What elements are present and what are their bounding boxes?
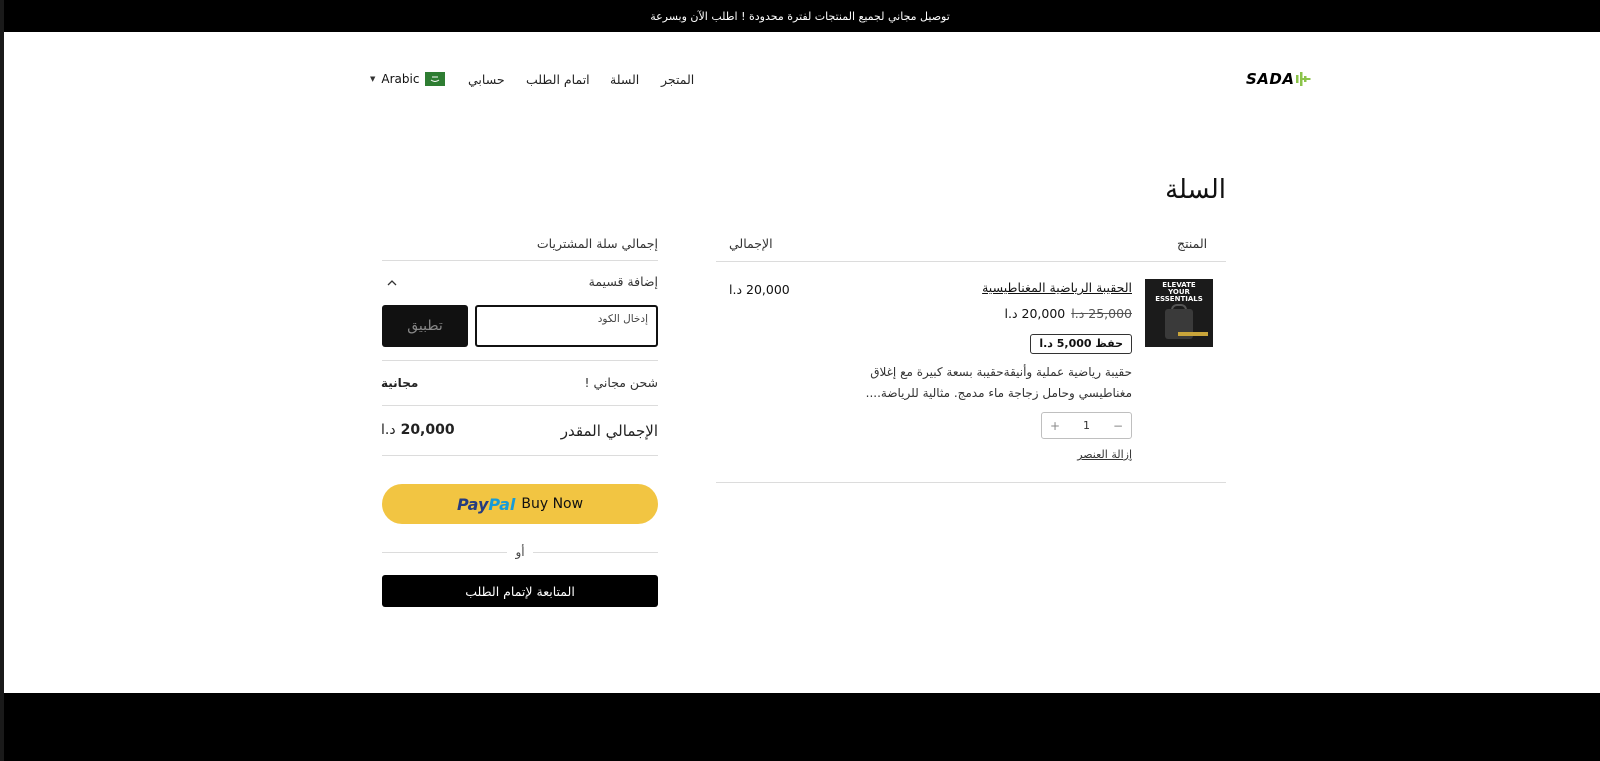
product-name-link[interactable]: الحقيبة الرياضية المغناطيسية [982,280,1132,295]
flag-icon [425,72,446,86]
apply-label: تطبيق [407,318,443,334]
shipping-value: مجانية [381,376,419,390]
announcement-text: توصيل مجاني لجميع المنتجات لفترة محدودة … [650,9,950,23]
plus-icon[interactable]: + [1050,419,1060,433]
paypal-buy-label: Buy Now [521,496,584,512]
shipping-label: شحن مجاني ! [584,375,659,390]
product-price-row: 25,000 د.ا 20,000 د.ا [1005,306,1133,321]
language-selector[interactable]: ▼ Arabic [370,68,446,90]
separator-line [382,551,508,553]
nav-cart[interactable]: السلة [610,68,639,90]
estimated-total-value: 20,000 د.ا [381,422,455,438]
or-separator: أو [382,545,659,559]
site-header: SADA المتجر السلة اتمام الطلب حسابي ▼ Ar… [0,32,1600,124]
proceed-to-checkout-button[interactable]: المتابعة لإتمام الطلب [382,575,658,607]
or-label: أو [515,545,525,559]
remove-item-link[interactable]: إزالة العنصر [1077,448,1132,461]
site-logo[interactable]: SADA [1246,68,1311,90]
estimated-currency: د.ا [381,422,396,438]
separator-line [532,551,659,553]
column-header-total: الإجمالي [729,236,773,251]
nav-cart-label: السلة [610,71,640,87]
summary-title: إجمالي سلة المشتريات [536,236,658,251]
old-price: 25,000 د.ا [1071,306,1132,321]
divider [716,261,1226,262]
column-header-product: المنتج [1177,236,1208,251]
checkout-button-label: المتابعة لإتمام الطلب [465,583,575,599]
chevron-down-icon: ▼ [370,75,376,83]
coupon-code-input[interactable]: إدخال الكود [475,305,658,347]
paypal-buy-now-button[interactable]: Pay Pal Buy Now [382,484,658,524]
estimated-amount: 20,000 [400,422,455,438]
quantity-stepper[interactable]: + 1 − [1041,412,1132,439]
savings-badge: حفظ 5,000 د.ا [1030,334,1132,354]
logo-pulse-icon [1296,72,1311,86]
nav-store-label: المتجر [661,71,695,87]
announcement-bar: توصيل مجاني لجميع المنتجات لفترة محدودة … [0,0,1600,32]
minus-icon[interactable]: − [1113,419,1123,433]
divider [382,260,658,261]
page-title: السلة [1165,175,1226,205]
product-description: حقيبة رياضية عملية وأنيقةحقيبة بسعة كبير… [865,365,1132,400]
current-price: 20,000 د.ا [1004,306,1066,321]
product-image-text: ELEVATE YOUR ESSENTIALS [1145,282,1213,303]
logo-text: SADA [1246,70,1295,88]
line-total: 20,000 د.ا [729,282,790,297]
divider [382,360,658,361]
nav-store[interactable]: المتجر [661,68,694,90]
nav-checkout[interactable]: اتمام الطلب [526,68,590,90]
estimated-total-label: الإجمالي المقدر [560,422,658,440]
chevron-up-icon[interactable] [385,276,399,290]
divider [382,405,658,406]
language-label: Arabic [381,72,420,86]
nav-checkout-label: اتمام الطلب [526,71,590,87]
site-footer [0,693,1600,761]
paypal-logo-pay: Pay [456,494,489,514]
divider [382,455,658,456]
quantity-value[interactable]: 1 [1083,419,1090,432]
product-image[interactable]: ELEVATE YOUR ESSENTIALS [1145,279,1213,347]
nav-account[interactable]: حسابي [468,68,505,90]
coupon-toggle[interactable]: إضافة قسيمة [589,274,658,289]
paypal-logo-pal: Pal [488,494,516,514]
divider [716,482,1226,483]
nav-account-label: حسابي [468,71,505,87]
image-text-line: ESSENTIALS [1155,295,1203,303]
bag-label-shape [1178,332,1208,336]
coupon-placeholder: إدخال الكود [597,313,648,325]
window-edge [0,0,4,761]
apply-coupon-button[interactable]: تطبيق [382,305,468,347]
